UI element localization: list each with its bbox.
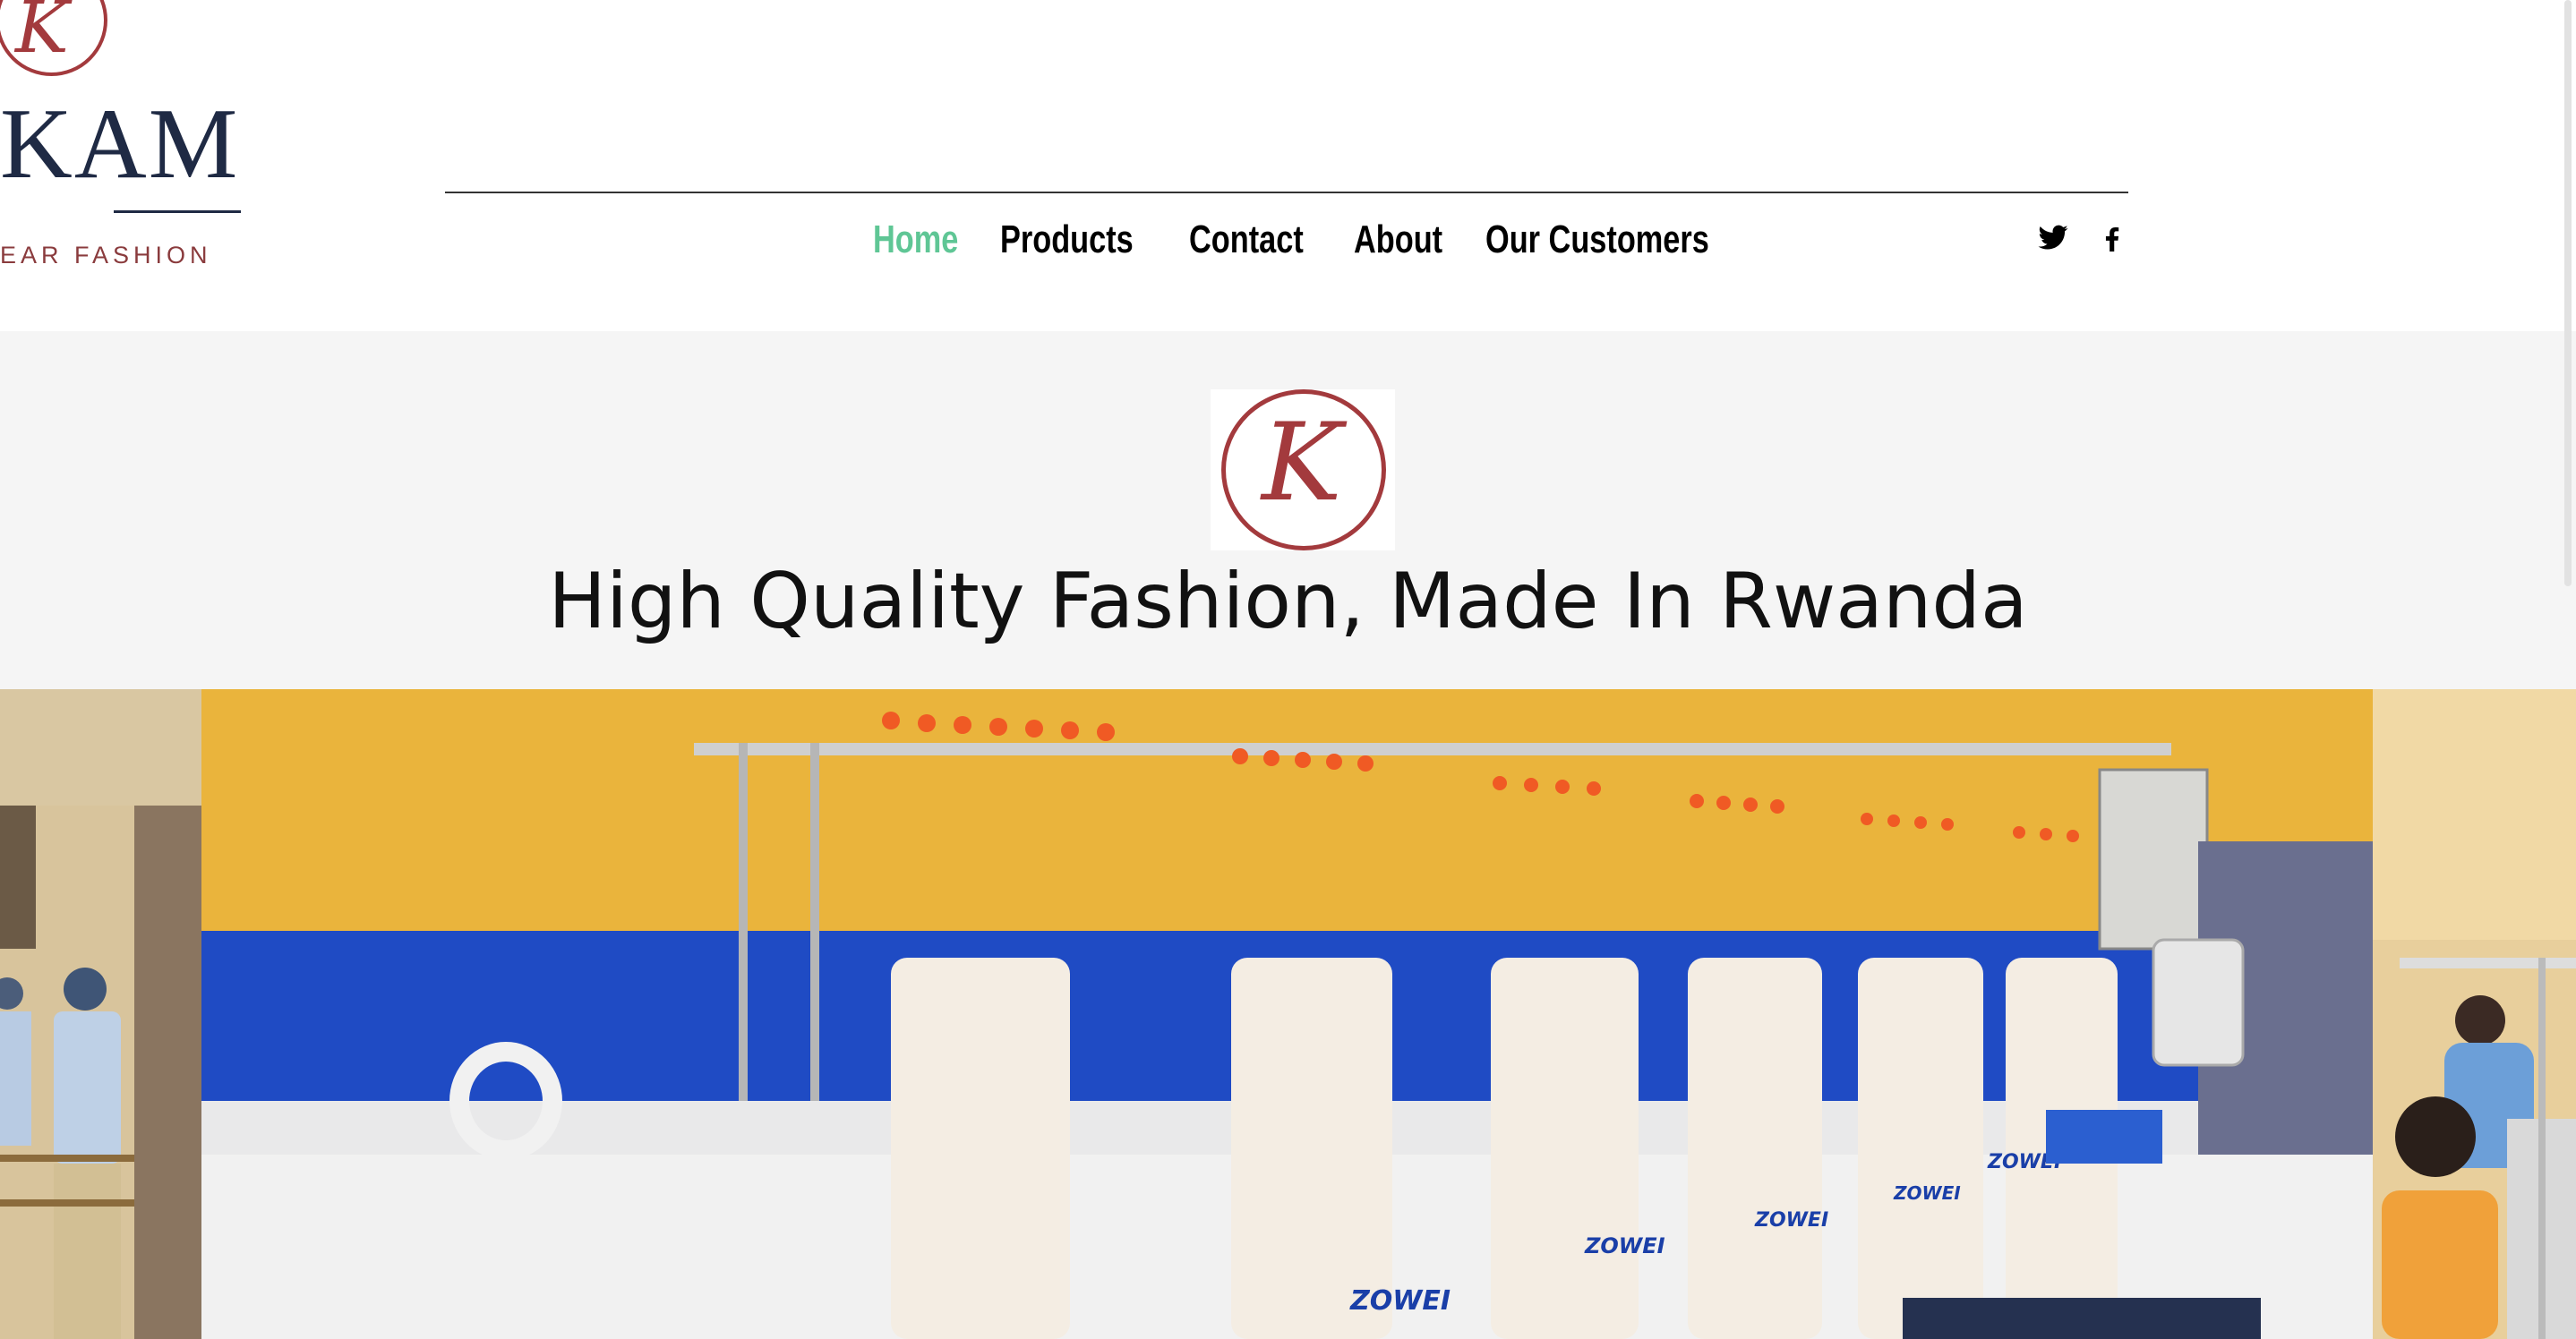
brand-name[interactable]: KAM: [0, 94, 239, 194]
nav-item-about[interactable]: About: [1354, 217, 1442, 262]
sewing-workshop-photo: [2373, 689, 2576, 1339]
machine-brand-label-3: ZOWEI: [1754, 1209, 1828, 1232]
brand-subtitle: EAR FASHION: [0, 242, 212, 269]
twitter-icon[interactable]: [2037, 222, 2069, 254]
brand-logo-mark[interactable]: K: [0, 0, 107, 76]
site-header: K KAM EAR FASHION Home Products Contact …: [0, 0, 2576, 331]
machine-brand-label-2: ZOWEI: [1584, 1233, 1665, 1258]
social-bar: [2037, 222, 2128, 254]
hero-logo-letter: K: [1262, 401, 1342, 525]
photo-gallery: ZOWEI ZOWEI ZOWEI ZOWEI ZOWEI: [0, 689, 2576, 1339]
nav-item-products[interactable]: Products: [1000, 217, 1134, 262]
machine-brand-label-4: ZOWEI: [1893, 1182, 1961, 1204]
nav-item-home[interactable]: Home: [873, 217, 958, 262]
gallery-slide-workshop[interactable]: [2373, 689, 2576, 1339]
brand-mark-letter: K: [15, 0, 69, 69]
page-scrollbar[interactable]: [2560, 0, 2576, 591]
hero-tagline: High Quality Fashion, Made In Rwanda: [548, 557, 2028, 646]
machine-brand-label: ZOWEI: [1349, 1285, 1451, 1317]
nav-divider: [445, 192, 2128, 193]
nav-item-our-customers[interactable]: Our Customers: [1485, 217, 1709, 262]
nav-item-contact[interactable]: Contact: [1189, 217, 1304, 262]
hero-logo-ring: K: [1221, 389, 1386, 550]
brand-divider: [114, 210, 241, 213]
gallery-slide-embroidery[interactable]: ZOWEI ZOWEI ZOWEI ZOWEI ZOWEI: [201, 689, 2373, 1339]
hero-logo: K: [1211, 389, 1395, 550]
gallery-slide-workers[interactable]: [0, 689, 201, 1339]
workers-photo: [0, 689, 201, 1339]
scrollbar-thumb[interactable]: [2564, 0, 2572, 586]
facebook-icon[interactable]: [2096, 222, 2128, 254]
embroidery-machines-photo: ZOWEI ZOWEI ZOWEI ZOWEI ZOWEI: [201, 689, 2373, 1339]
main-nav: Home Products Contact About Our Customer…: [873, 213, 1736, 267]
